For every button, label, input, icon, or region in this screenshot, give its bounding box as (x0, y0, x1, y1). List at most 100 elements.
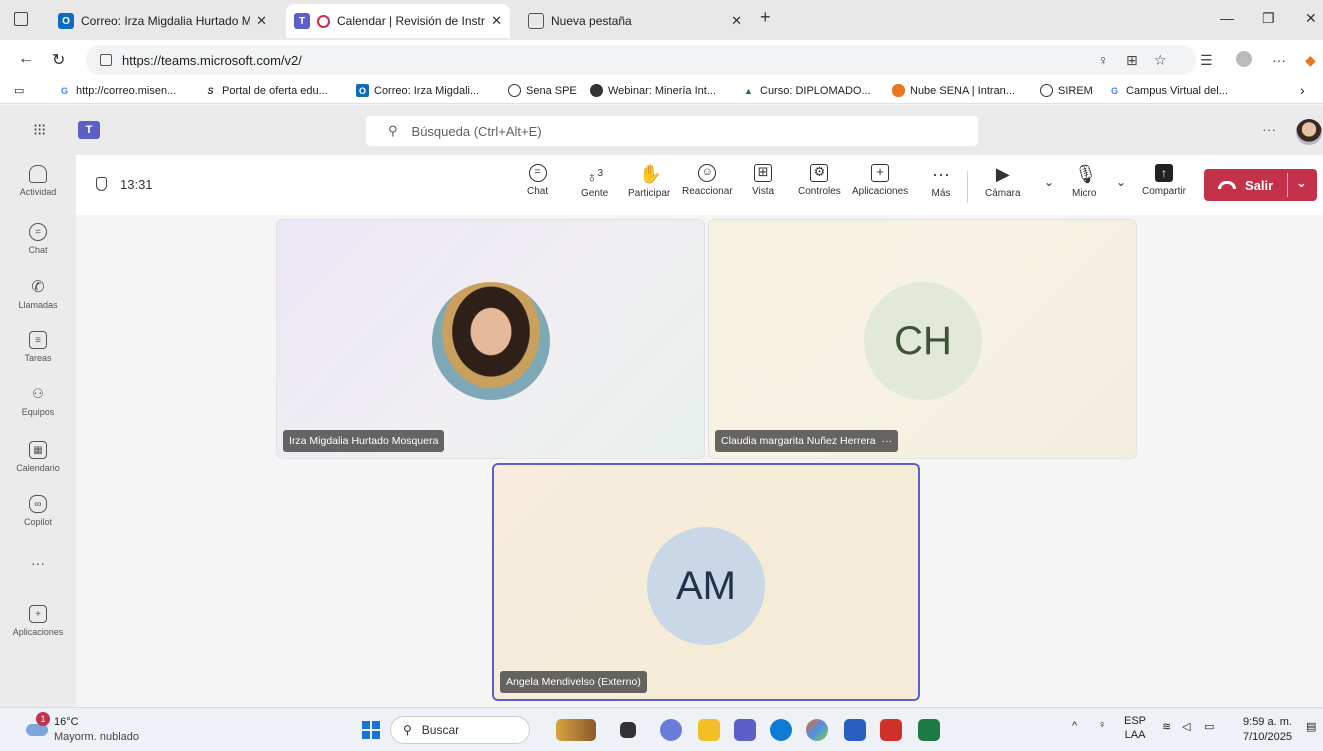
rail-llamadas[interactable]: ✆ Llamadas (0, 278, 76, 310)
tab-actions-icon[interactable] (14, 12, 28, 26)
participant-initials: AM (647, 527, 765, 645)
camera-button[interactable]: ▶ Cámara (985, 164, 1021, 199)
mic-icon[interactable]: ♀ (1098, 719, 1106, 731)
windows-start-icon[interactable] (362, 721, 380, 739)
bookmark-nube[interactable]: Nube SENA | Intran... (892, 84, 1015, 97)
battery-icon[interactable]: ▭ (1204, 720, 1214, 733)
more-options-icon[interactable]: ··· (1262, 121, 1276, 137)
shield-icon (96, 177, 107, 191)
chrome-like-icon[interactable] (660, 719, 682, 741)
excel-icon[interactable] (918, 719, 940, 741)
page-info-icon[interactable] (100, 54, 112, 66)
language-indicator[interactable]: ESP LAA (1124, 714, 1146, 742)
favorites-icon[interactable]: ☰ (1200, 52, 1213, 69)
restore-button[interactable]: ❐ (1262, 10, 1275, 27)
controls-icon: ⚙ (810, 164, 829, 182)
bookmark-curso[interactable]: ▲ Curso: DIPLOMADO... (742, 84, 871, 97)
windows-taskbar: 1 16°C Mayorm. nublado ⚲ Buscar ^ ♀ ESP … (0, 707, 1323, 751)
bookmark-campus[interactable]: G Campus Virtual del... (1108, 84, 1228, 97)
rail-calendario[interactable]: ▦ Calendario (0, 441, 76, 473)
widget-food-icon[interactable] (556, 719, 596, 741)
close-icon[interactable]: ✕ (256, 13, 267, 29)
wifi-icon[interactable]: ≋ (1162, 720, 1171, 733)
bookmark-sena-spe[interactable]: Sena SPE (508, 84, 577, 97)
avatar[interactable] (1296, 119, 1322, 145)
hangup-icon (1218, 181, 1236, 189)
reading-icon[interactable]: ▭ (14, 84, 24, 97)
chevron-up-icon[interactable]: ^ (1072, 720, 1077, 732)
bookmark-webinar[interactable]: Webinar: Minería Int... (590, 84, 716, 97)
tasks-icon: ≡ (29, 331, 47, 349)
rail-tareas[interactable]: ≡ Tareas (0, 331, 76, 363)
bookmark-correo[interactable]: Ghttp://correo.misen... (58, 84, 176, 97)
notifications-icon[interactable]: ▤ (1306, 720, 1316, 733)
leave-button[interactable]: Salir ⌄ (1204, 169, 1317, 201)
back-button[interactable]: ← (18, 50, 34, 68)
minimize-button[interactable]: — (1220, 10, 1234, 26)
raise-hand-button[interactable]: ✋ Participar (628, 164, 670, 199)
more-icon: ··· (932, 164, 950, 184)
rail-actividad[interactable]: Actividad (0, 165, 76, 197)
mic-button[interactable]: 🎙 Micro (1072, 164, 1097, 199)
share-button[interactable]: ↑ Compartir (1142, 164, 1186, 197)
tab-calendar[interactable]: T Calendar | Revisión de Instru ✕ (286, 4, 510, 38)
app-launcher-icon[interactable]: ⁝⁝⁝ (33, 120, 46, 140)
react-button[interactable]: ☺ Reaccionar (682, 164, 733, 197)
more-button[interactable]: ··· Más (931, 164, 951, 199)
favorite-star-icon[interactable]: ☆ (1154, 52, 1167, 69)
tab-correo[interactable]: O Correo: Irza Migdalia Hurtado Mo ✕ (50, 4, 275, 38)
participant-tile-2[interactable]: CH Claudia margarita Nuñez Herrera ··· (708, 219, 1137, 459)
search-input[interactable]: ⚲ Búsqueda (Ctrl+Alt+E) (366, 116, 978, 146)
cloud-icon (26, 724, 48, 736)
chat-button[interactable]: = Chat (527, 164, 548, 197)
rail-chat[interactable]: = Chat (0, 223, 76, 255)
toolbar-divider (967, 171, 968, 203)
globe-icon (1040, 84, 1053, 97)
teams-group-icon: ⚇ (32, 386, 44, 401)
chevron-down-icon[interactable]: ⌄ (1296, 175, 1307, 191)
word-icon[interactable] (844, 719, 866, 741)
mic-icon[interactable]: ♀ (1098, 52, 1109, 68)
mic-options-chevron-icon[interactable]: ⌄ (1116, 175, 1126, 189)
chevron-right-icon[interactable]: › (1300, 82, 1305, 98)
close-icon[interactable]: ✕ (731, 13, 742, 29)
controls-button[interactable]: ⚙ Controles (798, 164, 841, 197)
edge-icon[interactable] (770, 719, 792, 741)
task-view-icon[interactable] (620, 722, 636, 738)
volume-icon[interactable]: ◁ (1182, 720, 1190, 733)
bookmark-portal[interactable]: S Portal de oferta edu... (204, 84, 327, 97)
bookmark-correo-irza[interactable]: O Correo: Irza Migdali... (356, 84, 479, 97)
rail-aplicaciones[interactable]: + Aplicaciones (0, 605, 76, 637)
close-window-button[interactable]: ✕ (1305, 10, 1317, 27)
view-button[interactable]: ⊞ Vista (752, 164, 774, 197)
file-explorer-icon[interactable] (698, 719, 720, 741)
people-button[interactable]: ♁3 Gente (581, 164, 608, 199)
camera-options-chevron-icon[interactable]: ⌄ (1044, 175, 1054, 189)
calendar-icon: ▦ (29, 441, 47, 459)
participant-tile-3[interactable]: AM Angela Mendivelso (Externo) (492, 463, 920, 701)
new-tab-button[interactable]: + (760, 7, 771, 28)
teams-icon[interactable] (734, 719, 756, 741)
participant-tile-1[interactable]: Irza Migdalia Hurtado Mosquera (276, 219, 705, 459)
apps-icon[interactable]: ⊞ (1126, 52, 1138, 69)
taskbar-search[interactable]: ⚲ Buscar (390, 716, 530, 744)
more-icon[interactable]: ··· (882, 435, 893, 447)
share-icon: ↑ (1154, 164, 1173, 182)
apps-button[interactable]: + Aplicaciones (852, 164, 908, 197)
rail-more[interactable]: ··· (0, 555, 76, 571)
outlook-icon: O (58, 13, 74, 29)
rail-copilot[interactable]: ∞ Copilot (0, 495, 76, 527)
reload-button[interactable]: ↻ (52, 50, 65, 70)
acrobat-icon[interactable] (880, 719, 902, 741)
copilot-icon[interactable]: ◆ (1305, 52, 1316, 69)
more-icon[interactable]: ··· (1272, 52, 1286, 68)
bookmark-sirem[interactable]: SIREM (1040, 84, 1093, 97)
copilot-icon[interactable] (806, 719, 828, 741)
teams-icon: T (294, 13, 310, 29)
tab-nueva[interactable]: Nueva pestaña ✕ (520, 4, 750, 38)
url-field[interactable]: https://teams.microsoft.com/v2/ (86, 45, 1196, 75)
clock[interactable]: 9:59 a. m. 7/10/2025 (1243, 715, 1292, 745)
rail-equipos[interactable]: ⚇ Equipos (0, 385, 76, 417)
close-icon[interactable]: ✕ (491, 13, 502, 29)
profile-icon[interactable] (1236, 51, 1252, 67)
